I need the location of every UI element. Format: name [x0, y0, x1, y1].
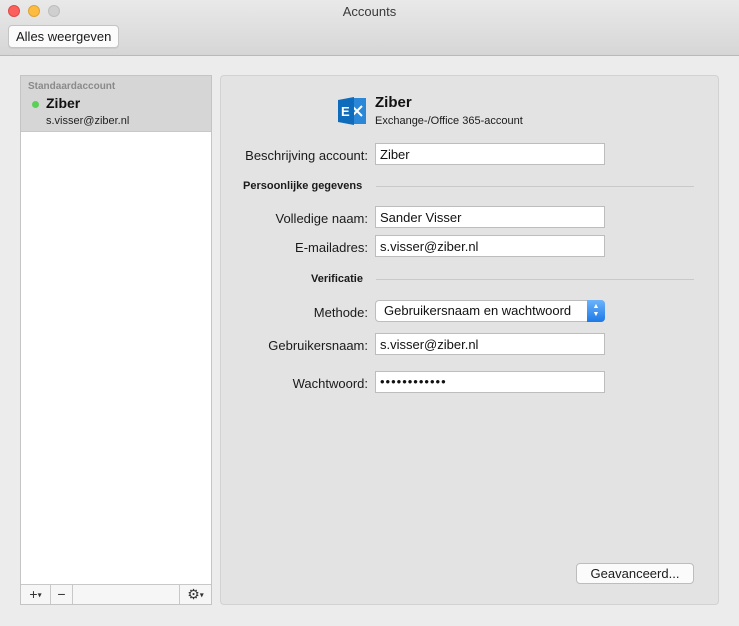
verification-section-header: Verificatie — [311, 273, 363, 285]
gear-icon: ⚙ — [187, 586, 200, 602]
sidebar-footer: +▾ − ⚙▾ — [21, 584, 211, 604]
password-label: Wachtwoord: — [292, 376, 368, 391]
section-divider — [376, 279, 694, 280]
accounts-sidebar: Standaardaccount Ziber s.visser@ziber.nl… — [20, 75, 212, 605]
remove-account-button[interactable]: − — [51, 585, 73, 604]
advanced-button[interactable]: Geavanceerd... — [576, 563, 694, 584]
account-title: Ziber — [375, 94, 412, 111]
full-name-field[interactable] — [375, 206, 605, 228]
sidebar-account-name: Ziber — [46, 95, 81, 111]
svg-text:E: E — [341, 104, 350, 119]
add-account-button[interactable]: +▾ — [21, 585, 51, 604]
chevron-down-icon: ▾ — [37, 590, 42, 600]
exchange-icon: E — [338, 97, 366, 125]
password-field[interactable]: •••••••••••• — [375, 371, 605, 393]
account-actions-button[interactable]: ⚙▾ — [179, 585, 211, 604]
full-name-label: Volledige naam: — [275, 211, 368, 226]
sidebar-account-email: s.visser@ziber.nl — [46, 115, 130, 127]
username-field[interactable] — [375, 333, 605, 355]
auth-method-select[interactable]: Gebruikersnaam en wachtwoord ▲ ▼ — [375, 300, 605, 322]
window-title: Accounts — [342, 4, 397, 19]
default-account-header: Standaardaccount — [28, 81, 116, 92]
email-label: E-mailadres: — [295, 240, 368, 255]
description-field[interactable] — [375, 143, 605, 165]
method-label: Methode: — [313, 305, 368, 320]
username-label: Gebruikersnaam: — [268, 338, 368, 353]
plus-icon: + — [29, 586, 38, 602]
show-all-button[interactable]: Alles weergeven — [8, 25, 120, 48]
chevron-updown-icon: ▲ ▼ — [587, 300, 605, 322]
personal-section-header: Persoonlijke gegevens — [243, 180, 363, 192]
auth-method-value: Gebruikersnaam en wachtwoord — [384, 303, 572, 318]
accounts-window: Accounts Alles weergeven Standaardaccoun… — [0, 0, 739, 626]
sidebar-account-item[interactable]: Standaardaccount Ziber s.visser@ziber.nl — [21, 76, 211, 132]
minus-icon: − — [57, 586, 66, 602]
title-bar: Accounts Alles weergeven — [0, 0, 739, 56]
account-details-panel: E Ziber Exchange-/Office 365-account Bes… — [220, 75, 719, 605]
description-label: Beschrijving account: — [245, 148, 368, 163]
chevron-down-icon: ▾ — [199, 590, 204, 600]
email-field[interactable] — [375, 235, 605, 257]
account-type: Exchange-/Office 365-account — [375, 115, 523, 127]
section-divider — [376, 186, 694, 187]
online-status-icon — [32, 101, 39, 108]
